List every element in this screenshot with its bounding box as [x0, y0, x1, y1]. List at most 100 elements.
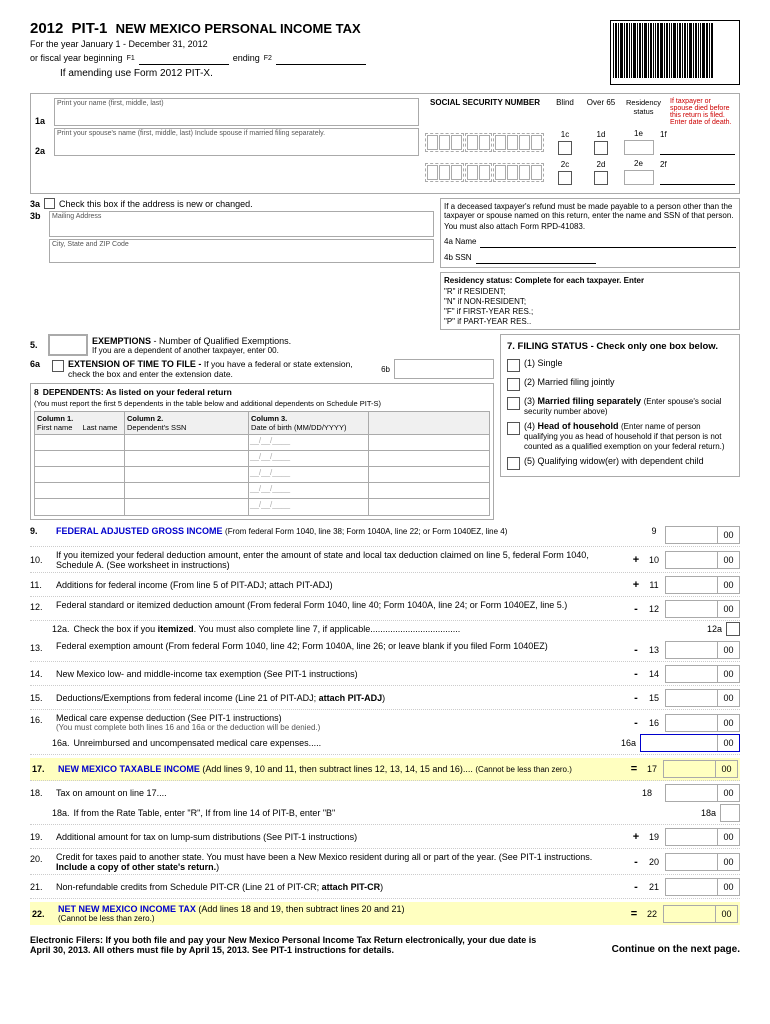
fs-checkbox-4[interactable]	[507, 422, 520, 435]
line18-amount-box[interactable]: 00	[665, 784, 740, 802]
fiscal-end-field[interactable]	[276, 51, 366, 65]
ssn-box[interactable]	[531, 165, 542, 180]
ssn-box[interactable]	[495, 135, 506, 150]
fs-checkbox-5[interactable]	[507, 457, 520, 470]
line15-amount-box[interactable]: 00	[665, 689, 740, 707]
line13-amount-box[interactable]: 00	[665, 641, 740, 659]
name-input-1a[interactable]	[58, 108, 415, 118]
dep-cell[interactable]	[35, 435, 125, 450]
ssn-box[interactable]	[507, 135, 518, 150]
ssn-box[interactable]	[467, 165, 478, 180]
line21-box-num: 21	[647, 882, 661, 892]
blind-checkbox-2[interactable]	[558, 171, 572, 185]
line18a-label: 18a	[688, 808, 716, 818]
dep-cell[interactable]	[35, 467, 125, 482]
fs-checkbox-1[interactable]	[507, 359, 520, 372]
row4b-input[interactable]	[476, 250, 596, 264]
dep-cell[interactable]	[125, 467, 249, 482]
death-header: If taxpayer or spouse died before this r…	[670, 98, 735, 126]
dep-cell[interactable]	[125, 435, 249, 450]
blind-checkbox-1[interactable]	[558, 141, 572, 155]
line17-amount-box[interactable]: 00	[663, 760, 738, 778]
line18a-checkbox[interactable]	[720, 804, 740, 822]
line14-amount-box[interactable]: 00	[665, 665, 740, 683]
ssn-box[interactable]	[439, 135, 450, 150]
dep-cell[interactable]	[369, 467, 489, 482]
dep-col2-header: Column 2. Dependent's SSN	[125, 412, 249, 434]
fs-option-2[interactable]: (2) Married filing jointly	[507, 377, 733, 391]
ssn-box[interactable]	[519, 165, 530, 180]
ssn-box[interactable]	[495, 165, 506, 180]
exemption-input-box[interactable]	[48, 334, 88, 356]
dep-cell[interactable]	[125, 483, 249, 498]
over65-checkbox-1[interactable]	[594, 141, 608, 155]
death-input-2[interactable]	[660, 170, 735, 185]
res-input-2[interactable]	[624, 170, 654, 185]
dep-cell[interactable]	[369, 483, 489, 498]
ssn-box[interactable]	[427, 135, 438, 150]
line22-amount-box[interactable]: 00	[663, 905, 738, 923]
death-input-1[interactable]	[660, 140, 735, 155]
ssn-box[interactable]	[439, 165, 450, 180]
ssn-box[interactable]	[531, 135, 542, 150]
line16a-box-label: 16a	[608, 738, 636, 748]
line-12a-row: 12a. Check the box if you itemized. You …	[30, 622, 740, 638]
over65-checkbox-2[interactable]	[594, 171, 608, 185]
dep-cell[interactable]: __/__/____	[249, 499, 369, 515]
new-address-check[interactable]	[44, 198, 55, 209]
ssn-box[interactable]	[467, 135, 478, 150]
fs-option-5[interactable]: (5) Qualifying widow(er) with dependent …	[507, 456, 733, 470]
dep-cell[interactable]	[35, 499, 125, 515]
res-input-1[interactable]	[624, 140, 654, 155]
dep-cell[interactable]: __/__/____	[249, 451, 369, 466]
line12-amount-box[interactable]: 00	[665, 600, 740, 618]
ssn-box[interactable]	[427, 165, 438, 180]
dep-cell[interactable]	[369, 499, 489, 515]
ssn-row2: 2c 2d 2e 2f	[425, 158, 735, 186]
dep-cell[interactable]: __/__/____	[249, 467, 369, 482]
dep-cell[interactable]: __/__/____	[249, 483, 369, 498]
ssn-box[interactable]	[507, 165, 518, 180]
line19-amount-box[interactable]: 00	[665, 828, 740, 846]
fs-checkbox-2[interactable]	[507, 378, 520, 391]
ssn-box[interactable]	[451, 135, 462, 150]
line10-amount-box[interactable]: 00	[665, 551, 740, 569]
dep-cell[interactable]: __/__/____	[249, 435, 369, 450]
fs-checkbox-3[interactable]	[507, 397, 520, 410]
dep-cell[interactable]	[125, 451, 249, 466]
dep-cell[interactable]	[369, 435, 489, 450]
dep-cell[interactable]	[35, 483, 125, 498]
row-3b: 3b Mailing Address	[30, 211, 434, 237]
line20-amount-box[interactable]: 00	[665, 853, 740, 871]
fiscal-start-field[interactable]	[139, 51, 229, 65]
ssn-box[interactable]	[479, 165, 490, 180]
fs-option-3[interactable]: (3) Married filing separately (Enter spo…	[507, 396, 733, 416]
line12a-checkbox[interactable]	[726, 622, 740, 636]
line16a-input-box[interactable]: 00	[640, 734, 740, 752]
name-input-2a[interactable]	[58, 138, 415, 148]
line16-amount-box[interactable]: 00	[665, 714, 740, 732]
ssn-col-header: SOCIAL SECURITY NUMBER	[425, 98, 545, 126]
fs-option-4[interactable]: (4) Head of household (Enter name of per…	[507, 421, 733, 451]
fs-option-1[interactable]: (1) Single	[507, 358, 733, 372]
ssn-box[interactable]	[519, 135, 530, 150]
line13-box-num: 13	[647, 645, 661, 655]
ext-checkbox[interactable]	[52, 360, 64, 372]
ssn-box[interactable]	[451, 165, 462, 180]
dep-cell[interactable]	[125, 499, 249, 515]
line21-amount-box[interactable]: 00	[665, 878, 740, 896]
res-p: "P" if PART-YEAR RES..	[444, 317, 736, 326]
filing-status-block: 7. FILING STATUS - Check only one box be…	[500, 334, 740, 477]
line11-amount-box[interactable]: 00	[665, 576, 740, 594]
dep-header: 8 DEPENDENTS: As listed on your federal …	[34, 387, 490, 397]
year-label: 2012	[30, 20, 63, 37]
ext-date-input[interactable]	[394, 359, 494, 379]
line9-amount-box[interactable]: 00	[665, 526, 740, 544]
line12a-box-num: 12a	[694, 624, 722, 634]
row-3a: 3a Check this box if the address is new …	[30, 198, 434, 209]
dep-cell[interactable]	[369, 451, 489, 466]
dep-cell[interactable]	[35, 451, 125, 466]
line-19-row: 19. Additional amount for tax on lump-su…	[30, 828, 740, 849]
ssn-box[interactable]	[479, 135, 490, 150]
row4a-input[interactable]	[480, 234, 736, 248]
